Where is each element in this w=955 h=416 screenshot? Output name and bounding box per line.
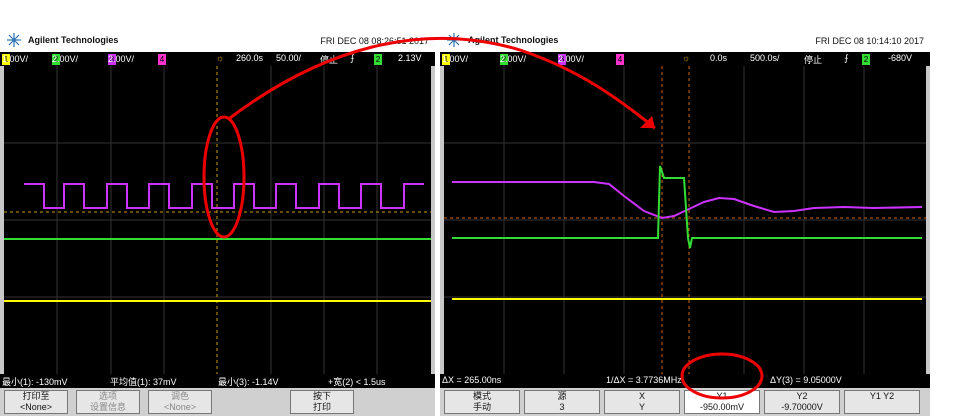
cursor-inverse-delta-x: 1/ΔX = 3.7736MHz	[606, 375, 682, 385]
cursor-mode-softkey[interactable]: 模式 手动	[444, 390, 520, 414]
ch2-scale-value: 2.00V/	[500, 54, 527, 64]
press-to-print-softkey[interactable]: 按下 打印	[290, 390, 354, 414]
channel-status-bar: 1 1.00V/ 2 2.00V/ 3 2.00V/ 4 ☼ 0.0s 500.0s/…	[440, 52, 930, 66]
cursor-delta-x: ΔX = 265.00ns	[442, 375, 502, 385]
trigger-edge-icon: ⨍	[350, 53, 355, 63]
trigger-level: -680V	[888, 53, 913, 63]
cursor-y2-softkey[interactable]: Y2 -9.70000V	[764, 390, 840, 414]
trigger-level: 2.13V	[398, 53, 422, 63]
run-mode: 停止	[320, 55, 339, 65]
trigger-channel: 2	[374, 54, 382, 65]
cursor-delta-y: ΔY(3) = 9.05000V	[770, 375, 842, 385]
trigger-channel: 2	[862, 54, 870, 65]
waveform-plot	[444, 66, 926, 374]
waveform-display[interactable]	[4, 66, 431, 374]
delay-value: 260.0s	[236, 53, 264, 63]
trigger-delay-icon: ☼	[682, 53, 691, 63]
softkey-bar: 模式 手动 源3 XY Y1 -950.00mV Y2 -9.70000V Y1 Y2	[440, 388, 930, 416]
brand-name: Agilent Technologies	[468, 35, 559, 45]
cursor-source-softkey[interactable]: 源3	[524, 390, 600, 414]
ch3-square-wave	[24, 183, 424, 209]
timebase-value: 50.00/	[276, 53, 302, 63]
ch4-label: 4	[158, 54, 166, 65]
options-softkey[interactable]: 选项 设置信息	[76, 390, 140, 414]
cursor-y1-softkey[interactable]: Y1 -950.00mV	[684, 390, 760, 414]
header-bar: Agilent Technologies FRI DEC 08 10:14:10…	[440, 30, 930, 52]
trigger-edge-icon: ⨍	[844, 53, 849, 63]
channel-status-bar: 1 1.00V/ 2 2.00V/ 3 2.00V/ 4 ☼ 260.0s 50.00…	[0, 52, 435, 66]
print-to-softkey[interactable]: 打印至 <None>	[4, 390, 68, 414]
measurement-2: 平均值(1): 37mV	[110, 377, 177, 387]
palette-softkey[interactable]: 调色 <None>	[148, 390, 212, 414]
trigger-delay-icon: ☼	[216, 53, 225, 63]
header-bar: Agilent Technologies FRI DEC 08 08:26:51…	[0, 30, 435, 52]
measurement-4: +宽(2) < 1.5us	[328, 377, 386, 387]
datetime: FRI DEC 08 08:26:51 2017	[320, 36, 429, 46]
timebase-value: 500.0s/	[750, 53, 780, 63]
waveform-display[interactable]	[444, 66, 926, 374]
waveform-plot	[4, 66, 431, 374]
scope-screenshot-right: Agilent Technologies FRI DEC 08 10:14:10…	[440, 30, 930, 416]
measurement-3: 最小(3): -1.14V	[218, 377, 279, 387]
datetime: FRI DEC 08 10:14:10 2017	[815, 36, 924, 46]
ch4-label: 4	[616, 54, 624, 65]
ch2-scale-value: 2.00V/	[52, 54, 79, 64]
cursor-xy-softkey[interactable]: XY	[604, 390, 680, 414]
measurement-bar: ΔX = 265.00ns 1/ΔX = 3.7736MHz ΔY(3) = 9…	[440, 374, 930, 388]
softkey-bar: 打印至 <None> 选项 设置信息 调色 <None> 按下 打印	[0, 388, 435, 416]
scope-screenshot-left: Agilent Technologies FRI DEC 08 08:26:51…	[0, 30, 435, 416]
ch1-scale-value: 1.00V/	[442, 54, 469, 64]
agilent-spark-icon	[447, 33, 461, 47]
ch3-scale-value: 2.00V/	[558, 54, 585, 64]
delay-value: 0.0s	[710, 53, 728, 63]
brand-name: Agilent Technologies	[28, 35, 119, 45]
measurement-bar: 最小(1): -130mV 平均值(1): 37mV 最小(3): -1.14V…	[0, 374, 435, 388]
run-mode: 停止	[804, 55, 823, 65]
cursor-y1y2-softkey[interactable]: Y1 Y2	[844, 390, 920, 414]
ch1-scale-value: 1.00V/	[2, 54, 29, 64]
agilent-spark-icon	[7, 33, 21, 47]
ch3-scale-value: 2.00V/	[108, 54, 135, 64]
measurement-1: 最小(1): -130mV	[2, 377, 68, 387]
